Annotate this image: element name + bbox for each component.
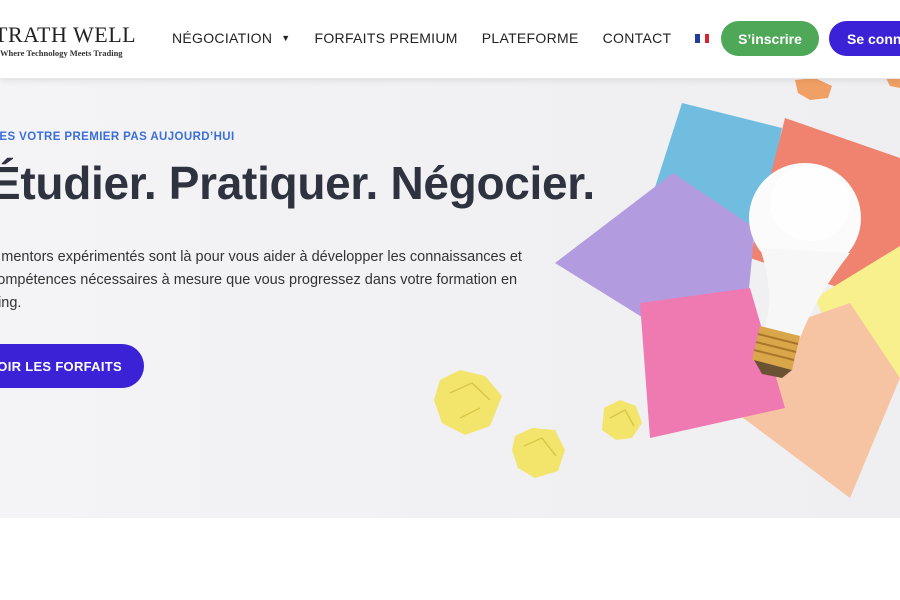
register-button[interactable]: S’inscrire <box>721 21 819 56</box>
nav-item-plateforme[interactable]: PLATEFORME <box>482 30 579 46</box>
brand-name: TRATH WELL <box>0 22 137 47</box>
nav-item-negociation[interactable]: NÉGOCIATION ▼ <box>172 30 291 46</box>
nav-item-label: NÉGOCIATION <box>172 30 273 46</box>
site-header: TRATH WELL Where Technology Meets Tradin… <box>0 0 900 79</box>
crumpled-paper-yellow-1 <box>434 370 502 435</box>
crumpled-paper-orange <box>795 78 832 100</box>
content-section-start <box>0 518 900 600</box>
caret-down-icon: ▼ <box>281 33 291 43</box>
hero-illustration <box>434 78 900 498</box>
crumpled-paper-yellow-2 <box>512 428 565 478</box>
login-button[interactable]: Se conne <box>829 21 900 56</box>
nav-item-label: FORFAITS PREMIUM <box>314 30 458 46</box>
french-flag-icon <box>695 33 710 43</box>
crumpled-paper-orange-small <box>886 78 900 88</box>
nav-item-label: CONTACT <box>602 30 672 46</box>
brand-logo[interactable]: TRATH WELL Where Technology Meets Tradin… <box>0 22 137 59</box>
nav-item-contact[interactable]: CONTACT <box>603 30 672 46</box>
view-plans-button[interactable]: VOIR LES FORFAITS <box>0 344 144 388</box>
hero-eyebrow: TES VOTRE PREMIER PAS AUJOURD’HUI <box>0 131 235 143</box>
hero-section: TES VOTRE PREMIER PAS AUJOURD’HUI Étudie… <box>0 78 900 518</box>
crumpled-paper-yellow-3 <box>602 400 642 440</box>
nav-item-label: PLATEFORME <box>481 30 579 46</box>
nav-item-forfaits-premium[interactable]: FORFAITS PREMIUM <box>315 30 458 46</box>
main-nav: NÉGOCIATION ▼ FORFAITS PREMIUM PLATEFORM… <box>172 30 757 46</box>
brand-tagline: Where Technology Meets Trading <box>0 48 123 58</box>
